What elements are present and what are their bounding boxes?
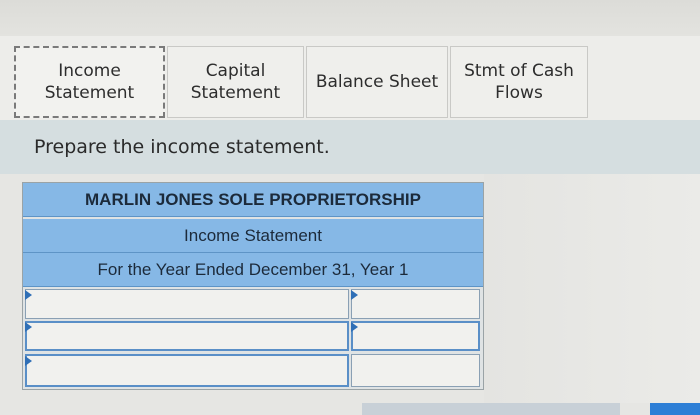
statement-title: Income Statement (23, 219, 483, 253)
tab-capital-statement-label: Capital Statement (190, 61, 281, 103)
next-button[interactable] (650, 403, 700, 415)
row-1-amount-input[interactable] (351, 289, 480, 319)
row-1-label-input[interactable] (25, 289, 349, 319)
tab-income-statement-label: Income Statement (44, 61, 135, 103)
top-strip (0, 0, 700, 36)
statement-company-name: MARLIN JONES SOLE PROPRIETORSHIP (23, 183, 483, 217)
row-3-amount-input[interactable] (351, 354, 480, 387)
row-3-dropdown-marker-icon (25, 356, 32, 366)
row-2-dropdown-marker-icon (25, 322, 32, 332)
row-2-amount-marker-icon (351, 322, 358, 332)
tab-capital-statement[interactable]: Capital Statement (167, 46, 304, 118)
row-2-label-input[interactable] (25, 321, 349, 351)
statement-period: For the Year Ended December 31, Year 1 (23, 253, 483, 287)
tab-stmt-of-cash-flows-label: Stmt of Cash Flows (464, 61, 574, 103)
row-1-dropdown-marker-icon (25, 290, 32, 300)
tab-balance-sheet-label: Balance Sheet (315, 72, 439, 92)
row-2-amount-input[interactable] (351, 321, 480, 351)
tab-income-statement[interactable]: Income Statement (14, 46, 165, 118)
instruction-text: Prepare the income statement. (34, 136, 330, 158)
bottom-navigation-bar (362, 403, 620, 415)
background-panel (484, 174, 700, 403)
tab-balance-sheet[interactable]: Balance Sheet (306, 46, 448, 118)
tab-stmt-of-cash-flows[interactable]: Stmt of Cash Flows (450, 46, 588, 118)
row-1-amount-marker-icon (351, 290, 358, 300)
statement-tabs: Income Statement Capital Statement Balan… (0, 36, 700, 120)
row-3-label-input[interactable] (25, 354, 349, 387)
